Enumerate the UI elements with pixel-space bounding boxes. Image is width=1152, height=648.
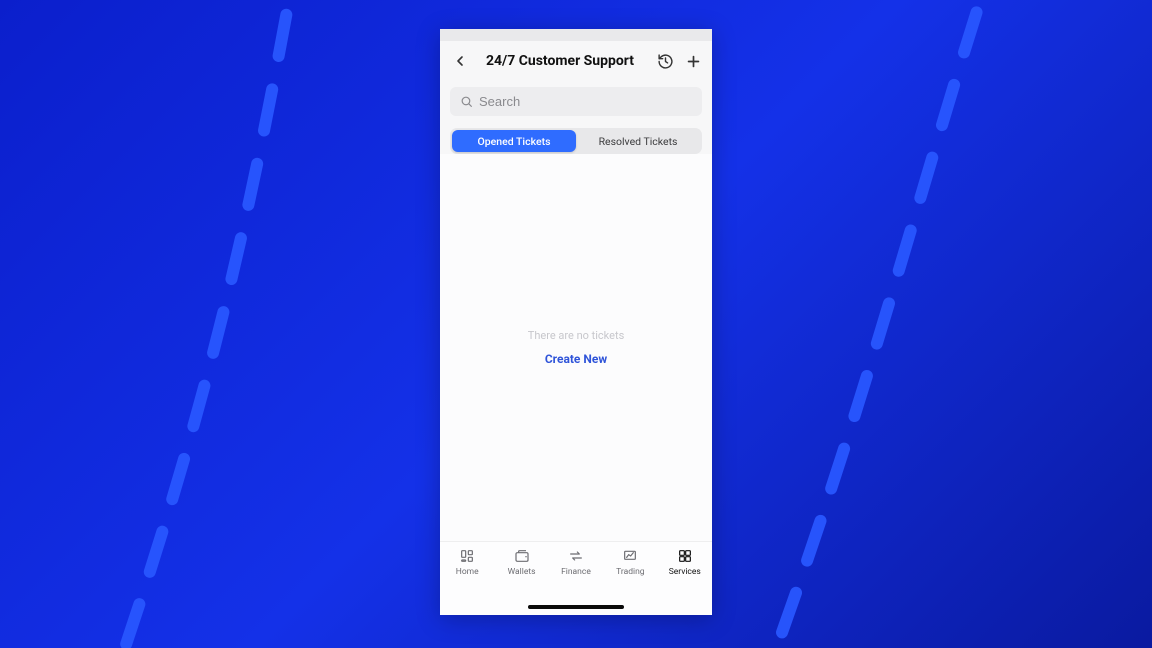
- nav-label: Trading: [616, 567, 644, 577]
- history-icon: [657, 53, 674, 70]
- nav-label: Home: [456, 567, 479, 577]
- bottom-nav: Home Wallets Finance Trading: [440, 541, 712, 599]
- header-actions: [656, 52, 702, 70]
- home-indicator-bar: [528, 605, 624, 609]
- nav-wallets[interactable]: Wallets: [498, 548, 546, 577]
- services-icon: [677, 548, 693, 564]
- app-header: 24/7 Customer Support: [440, 41, 712, 81]
- tab-resolved-tickets[interactable]: Resolved Tickets: [576, 130, 700, 152]
- nav-finance[interactable]: Finance: [552, 548, 600, 577]
- search-field[interactable]: [450, 87, 702, 116]
- nav-label: Services: [669, 567, 701, 577]
- tab-opened-tickets[interactable]: Opened Tickets: [452, 130, 576, 152]
- create-new-link[interactable]: Create New: [545, 352, 607, 366]
- trading-icon: [622, 548, 638, 564]
- finance-icon: [568, 548, 584, 564]
- status-bar: [440, 29, 712, 41]
- history-button[interactable]: [656, 52, 674, 70]
- nav-label: Finance: [561, 567, 591, 577]
- plus-icon: [685, 53, 702, 70]
- search-icon: [460, 95, 473, 108]
- nav-label: Wallets: [508, 567, 536, 577]
- new-ticket-button[interactable]: [684, 52, 702, 70]
- decorative-arc-right: [640, 0, 1152, 648]
- ticket-list-empty: There are no tickets Create New: [440, 154, 712, 541]
- empty-state-message: There are no tickets: [528, 329, 625, 342]
- nav-home[interactable]: Home: [443, 548, 491, 577]
- home-indicator[interactable]: [440, 599, 712, 615]
- backdrop: 24/7 Customer Support: [0, 0, 1152, 648]
- ticket-tabs: Opened Tickets Resolved Tickets: [440, 124, 712, 154]
- nav-services[interactable]: Services: [661, 548, 709, 577]
- nav-trading[interactable]: Trading: [606, 548, 654, 577]
- wallet-icon: [514, 548, 530, 564]
- phone-frame: 24/7 Customer Support: [440, 29, 712, 615]
- search-container: [440, 81, 712, 124]
- home-icon: [459, 548, 475, 564]
- search-input[interactable]: [479, 94, 692, 109]
- segmented-control: Opened Tickets Resolved Tickets: [450, 128, 702, 154]
- page-title: 24/7 Customer Support: [464, 53, 656, 69]
